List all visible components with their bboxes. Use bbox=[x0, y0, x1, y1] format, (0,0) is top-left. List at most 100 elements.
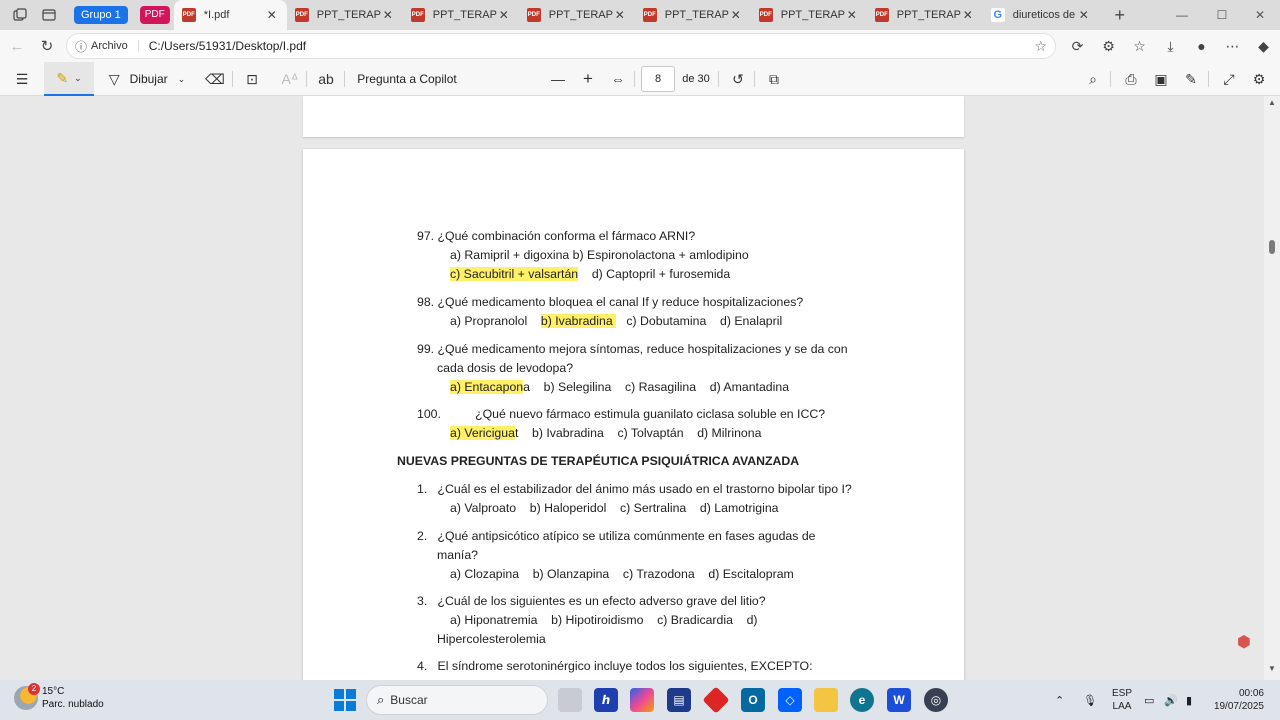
url-text[interactable]: C:/Users/51931/Desktop/I.pdf bbox=[149, 39, 306, 53]
settings-gear-icon[interactable]: ⚙ bbox=[1248, 62, 1270, 96]
pdf-icon: PDF bbox=[642, 8, 657, 22]
contents-list-icon[interactable]: ☰ bbox=[10, 62, 34, 96]
highlighted-answer[interactable]: a) Vericigua bbox=[450, 426, 515, 440]
word-icon[interactable]: W bbox=[887, 688, 911, 712]
dropbox-icon[interactable]: ◇ bbox=[778, 688, 802, 712]
tab-google-search[interactable]: G diureticos de asa ✕ bbox=[983, 0, 1099, 30]
acrobat-icon[interactable]: ⬢ bbox=[1234, 632, 1254, 652]
highlighted-answer[interactable]: b) Ivabradina bbox=[540, 314, 617, 328]
microphone-icon[interactable]: 🎙 bbox=[1083, 680, 1097, 720]
tab-group-chip[interactable]: Grupo 1 bbox=[74, 6, 128, 24]
store-icon[interactable]: ▤ bbox=[667, 688, 691, 712]
pen-icon: ▽ bbox=[108, 70, 120, 87]
toolbar-divider bbox=[306, 71, 307, 87]
outlook-icon[interactable]: O bbox=[741, 688, 765, 712]
tab-ppt-6[interactable]: PDF PPT_TERAPEUTICA ✕ bbox=[867, 0, 983, 30]
scroll-thumb[interactable] bbox=[1269, 240, 1275, 254]
back-button[interactable]: ← bbox=[2, 32, 32, 60]
clock[interactable]: 00:06 19/07/2025 bbox=[1208, 687, 1264, 713]
downloads-icon[interactable]: ⤓ bbox=[1155, 38, 1186, 55]
profile-avatar[interactable]: ● bbox=[1186, 38, 1217, 54]
favorite-star-icon[interactable]: ☆ bbox=[1034, 38, 1047, 55]
vertical-scrollbar[interactable]: ▲ ▼ bbox=[1264, 96, 1280, 680]
tab-ppt-5[interactable]: PDF PPT_TERAPEUTICA ✕ bbox=[751, 0, 867, 30]
task-view-icon[interactable] bbox=[558, 688, 582, 712]
app-icon[interactable] bbox=[702, 686, 730, 714]
tray-chevron-icon[interactable]: ⌃ bbox=[1055, 680, 1064, 720]
question-99-cont: cada dosis de levodopa? bbox=[437, 361, 574, 375]
scroll-up-icon[interactable]: ▲ bbox=[1264, 98, 1280, 112]
volume-icon[interactable]: 🔊 bbox=[1164, 680, 1178, 720]
tab-ppt-4[interactable]: PDF PPT_TERAPEUTICA ✕ bbox=[635, 0, 751, 30]
tab-actions-icon[interactable] bbox=[40, 6, 58, 24]
close-icon[interactable]: ✕ bbox=[1077, 8, 1091, 22]
copilot-app-icon[interactable] bbox=[630, 688, 654, 712]
question-98: 98. ¿Qué medicamento bloquea el canal If… bbox=[417, 295, 804, 309]
address-bar[interactable]: ⓘ Archivo C:/Users/51931/Desktop/I.pdf ☆ bbox=[66, 33, 1056, 59]
scroll-down-icon[interactable]: ▼ bbox=[1264, 664, 1280, 678]
zoom-out-button[interactable]: — bbox=[546, 62, 570, 96]
tab-title: PPT_TERAPEUTICA bbox=[548, 9, 613, 21]
network-icon[interactable]: ▭ bbox=[1144, 680, 1154, 720]
app-icon[interactable]: ◎ bbox=[924, 688, 948, 712]
highlight-tool-button[interactable]: ✎ ⌄ bbox=[44, 62, 94, 96]
toolbar-divider bbox=[1208, 71, 1209, 87]
file-explorer-icon[interactable] bbox=[814, 688, 838, 712]
new-tab-button[interactable]: + bbox=[1109, 5, 1131, 26]
highlighted-answer[interactable]: c) Sacubitril + valsartán bbox=[450, 267, 579, 281]
fit-page-icon[interactable]: ⇔ bbox=[606, 62, 630, 96]
edge-icon[interactable]: e bbox=[850, 688, 874, 712]
text-box-icon[interactable]: ⊡ bbox=[240, 62, 264, 96]
favorites-icon[interactable]: ☆ bbox=[1124, 38, 1155, 55]
info-icon[interactable]: ⓘ bbox=[75, 38, 87, 55]
refresh-button[interactable]: ↻ bbox=[32, 32, 62, 60]
weather-widget[interactable]: 2 15°C Parc. nublado bbox=[14, 683, 104, 711]
google-icon: G bbox=[990, 8, 1005, 22]
highlighted-answer[interactable]: a) Entacapon bbox=[450, 380, 524, 394]
tab-ppt-3[interactable]: PDF PPT_TERAPEUTICA ✕ bbox=[519, 0, 635, 30]
eraser-icon[interactable]: ⌫ bbox=[204, 62, 226, 96]
tab-ppt-2[interactable]: PDF PPT_TERAPEUTICA ✕ bbox=[403, 0, 519, 30]
page-number-input[interactable]: 8 bbox=[641, 66, 675, 92]
draw-tool-button[interactable]: ▽ Dibujar ⌄ bbox=[104, 62, 190, 96]
read-aloud-icon[interactable]: ab bbox=[314, 62, 338, 96]
search-icon[interactable]: ⌕ bbox=[1082, 62, 1104, 96]
close-icon[interactable]: ✕ bbox=[845, 8, 859, 22]
pdf-group-chip[interactable]: PDF bbox=[139, 6, 170, 24]
close-window-button[interactable]: ✕ bbox=[1240, 0, 1280, 30]
ask-copilot-button[interactable]: Pregunta a Copilot bbox=[352, 62, 462, 96]
maximize-button[interactable]: ☐ bbox=[1202, 0, 1242, 30]
toolbar-divider bbox=[1110, 71, 1111, 87]
close-icon[interactable]: ✕ bbox=[729, 8, 743, 22]
tab-active-pdf[interactable]: PDF *I.pdf ✕ bbox=[173, 0, 287, 30]
pdf-toolbar: ☰ ✎ ⌄ ▽ Dibujar ⌄ ⌫ ⊡ Aᐞ ab Pregunta a C… bbox=[0, 62, 1280, 96]
more-menu-icon[interactable]: ⋯ bbox=[1217, 38, 1248, 55]
tab-ppt-1[interactable]: PDF PPT_TERAPEUTICA ✕ bbox=[287, 0, 403, 30]
language-indicator[interactable]: ESP LAA bbox=[1110, 687, 1134, 713]
start-button[interactable] bbox=[334, 689, 356, 711]
fullscreen-icon[interactable]: ⤢ bbox=[1218, 62, 1240, 96]
print-icon[interactable]: ⎙ bbox=[1120, 62, 1142, 96]
page-view-icon[interactable]: ⧉ bbox=[762, 62, 786, 96]
pdf-viewer[interactable]: 97. ¿Qué combinación conforma el fármaco… bbox=[0, 96, 1264, 680]
battery-icon[interactable]: ▮ bbox=[1186, 680, 1192, 720]
rotate-icon[interactable]: ↺ bbox=[726, 62, 750, 96]
zoom-in-button[interactable]: + bbox=[576, 62, 600, 96]
minimize-button[interactable]: — bbox=[1162, 0, 1202, 30]
extension-icon[interactable]: ⟳ bbox=[1062, 38, 1093, 55]
save-icon[interactable]: ▣ bbox=[1150, 62, 1172, 96]
close-icon[interactable]: ✕ bbox=[265, 8, 279, 22]
close-icon[interactable]: ✕ bbox=[497, 8, 511, 22]
tab-title: PPT_TERAPEUTICA bbox=[780, 9, 845, 21]
workspaces-icon[interactable] bbox=[11, 6, 29, 24]
copilot-icon[interactable]: ◆ bbox=[1248, 38, 1279, 55]
puzzle-icon[interactable]: ⚙ bbox=[1093, 38, 1124, 55]
close-icon[interactable]: ✕ bbox=[613, 8, 627, 22]
close-icon[interactable]: ✕ bbox=[961, 8, 975, 22]
save-as-icon[interactable]: ✎ bbox=[1180, 62, 1202, 96]
app-icon[interactable]: ℎ bbox=[594, 688, 618, 712]
page-total-label: de 30 bbox=[682, 73, 710, 85]
close-icon[interactable]: ✕ bbox=[381, 8, 395, 22]
answers-97a: a) Ramipril + digoxina b) Espironolacton… bbox=[450, 248, 749, 262]
taskbar-search[interactable]: ⌕ Buscar bbox=[366, 685, 548, 715]
